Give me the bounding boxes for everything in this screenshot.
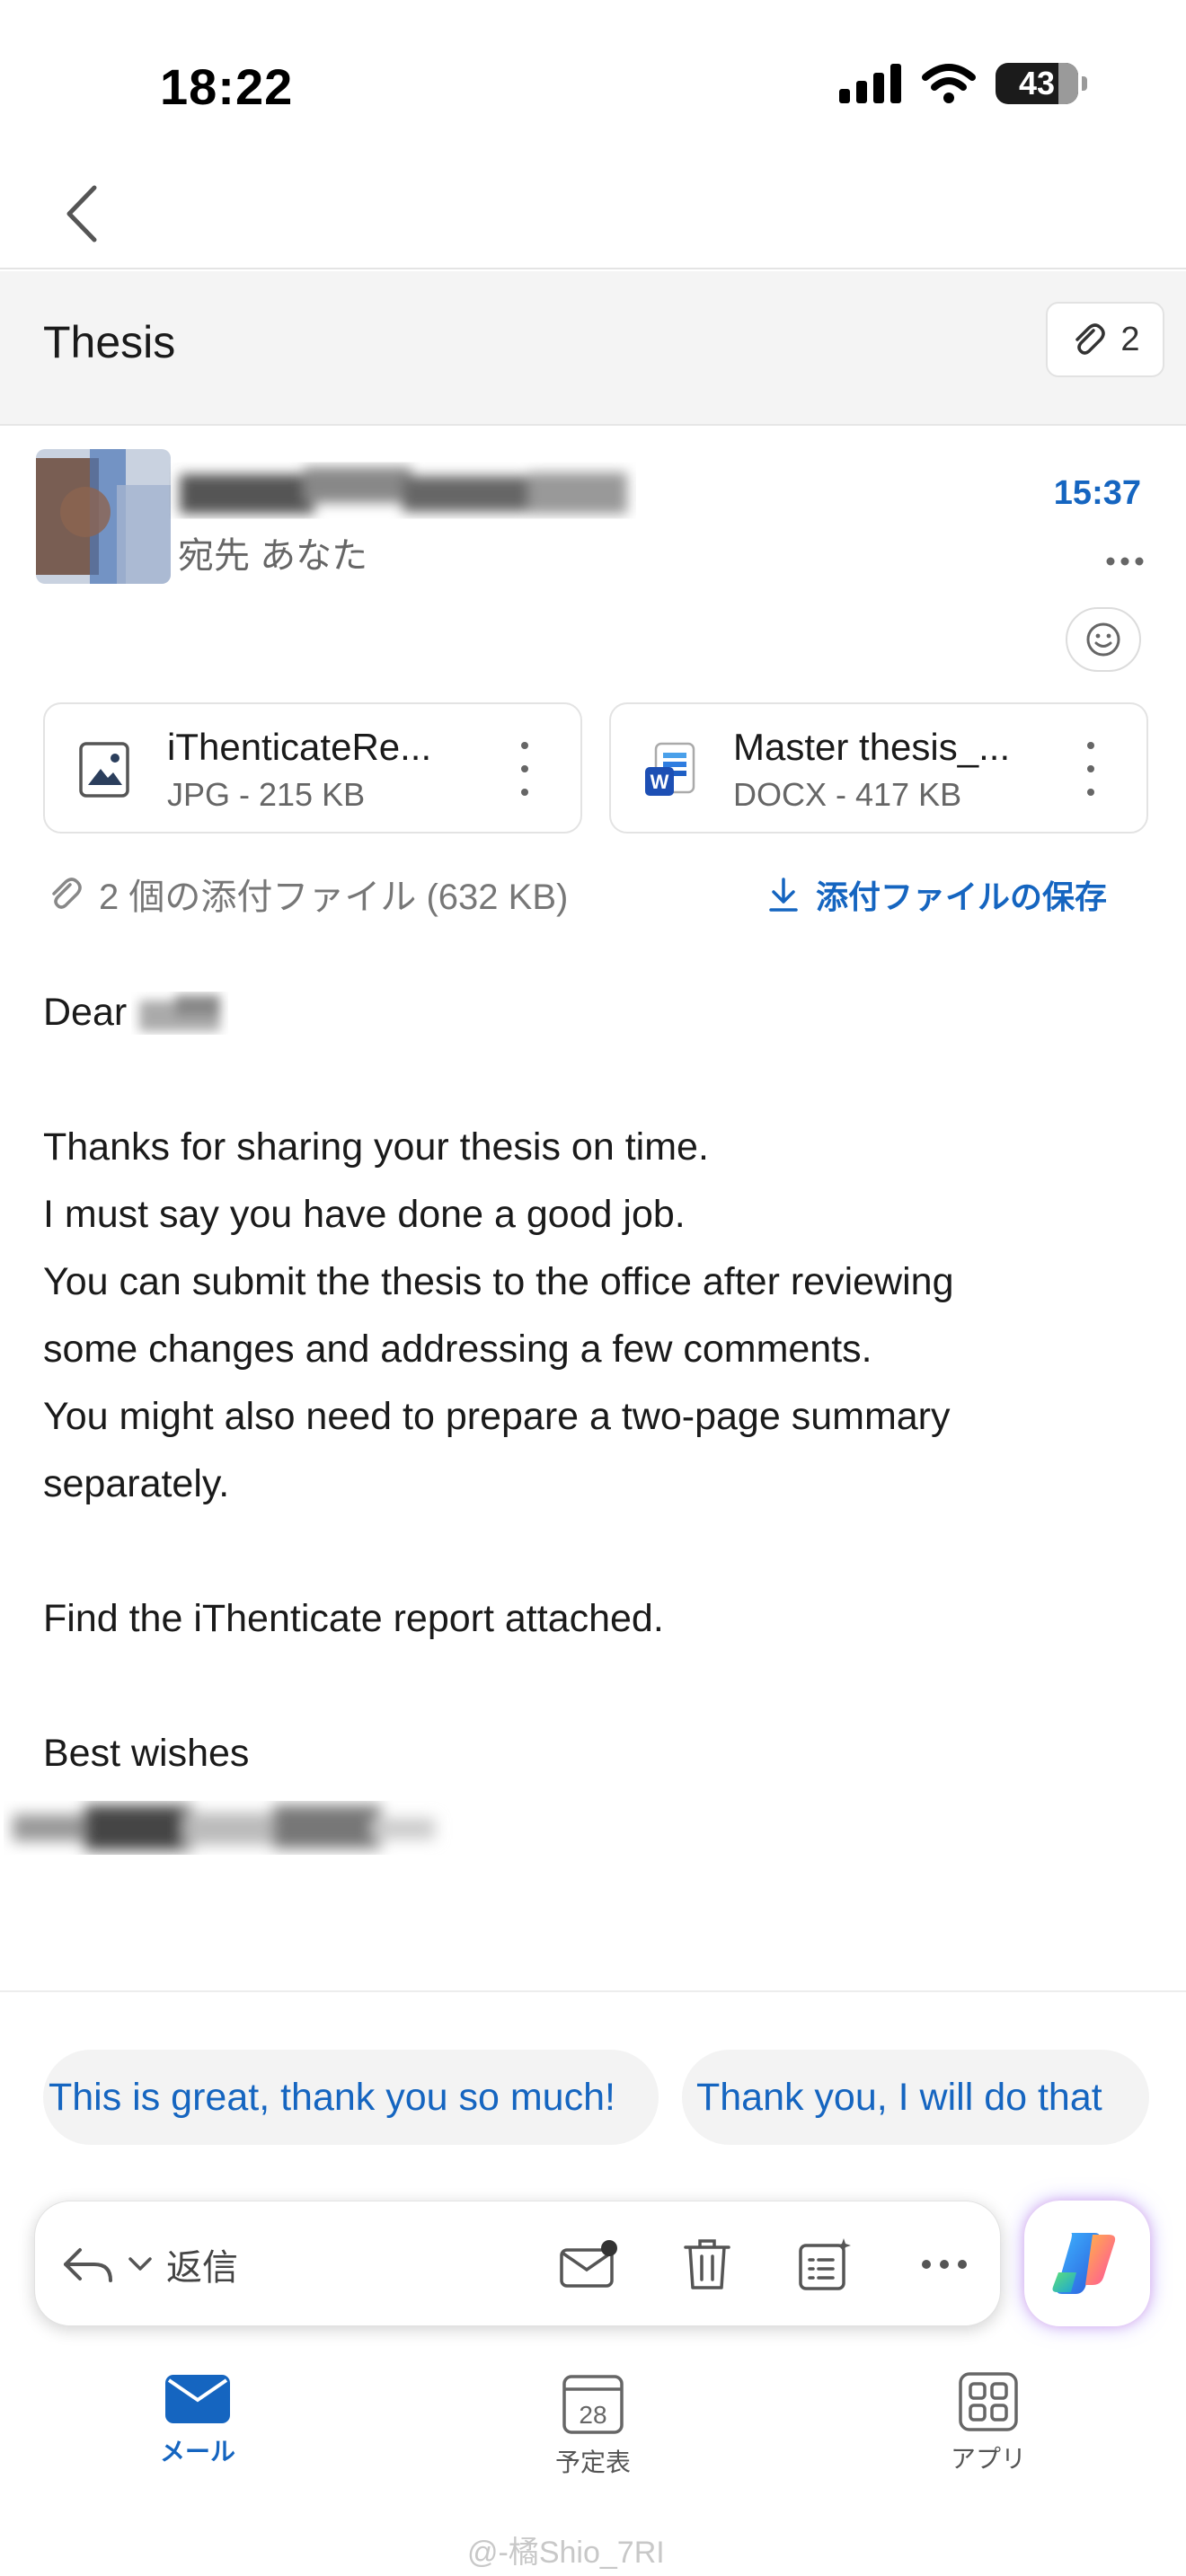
more-horizontal-icon <box>1106 557 1144 566</box>
tab-label: アプリ <box>950 2445 1026 2473</box>
attachment-name: Master thesis_... <box>733 726 1011 768</box>
nav-bar <box>0 153 1186 269</box>
watermark: @-橘Shio_7RI <box>467 2536 665 2570</box>
attachment-more-button[interactable] <box>516 742 534 796</box>
smiley-icon <box>1086 622 1120 657</box>
tab-calendar[interactable]: 28 予定表 <box>503 2371 683 2479</box>
download-icon <box>769 878 798 912</box>
tab-mail[interactable]: メール <box>108 2371 288 2468</box>
email-body: Dear Thanks for sharing your thesis on t… <box>13 979 1148 1868</box>
suggested-replies: This is great, thank you so much! Thank … <box>43 2050 1149 2145</box>
attachment-count-button[interactable]: 2 <box>1046 302 1164 377</box>
chevron-left-icon <box>66 185 97 243</box>
email-time: 15:37 <box>1053 474 1141 512</box>
body-signoff: Best wishes <box>43 1732 250 1775</box>
body-line: Thanks for sharing your thesis on time. <box>43 1125 709 1169</box>
body-line: You might also need to prepare a two-pag… <box>43 1395 951 1438</box>
reply-button[interactable]: 返信 <box>62 2228 238 2300</box>
action-bar: 返信 <box>34 2201 1001 2326</box>
sender-name-redacted <box>169 454 636 526</box>
chevron-down-icon[interactable] <box>127 2255 154 2273</box>
attachment-meta: DOCX - 417 KB <box>733 776 962 813</box>
calendar-day: 28 <box>579 2401 606 2429</box>
divider <box>0 1990 1186 1992</box>
mail-unread-icon <box>560 2240 617 2288</box>
sender-header: 宛先 あなた 15:37 <box>0 428 1186 688</box>
recipient-label: 宛先 あなた <box>178 536 368 576</box>
status-time: 18:22 <box>160 58 294 115</box>
recipient-name-redacted <box>139 994 221 1031</box>
tab-label: 予定表 <box>554 2448 631 2476</box>
body-line: some changes and addressing a few commen… <box>43 1328 872 1371</box>
mark-unread-button[interactable] <box>556 2232 621 2297</box>
cellular-signal-icon <box>839 64 901 103</box>
attachment-card[interactable]: W Master thesis_... DOCX - 417 KB <box>609 702 1148 834</box>
word-file-icon: W <box>645 742 695 796</box>
tab-label: メール <box>159 2438 235 2466</box>
svg-text:W: W <box>651 771 669 793</box>
reply-label: 返信 <box>166 2248 238 2288</box>
paperclip-icon <box>1075 323 1106 355</box>
trash-icon <box>684 2239 730 2289</box>
body-line: I must say you have done a good job. <box>43 1193 686 1236</box>
body-line: You can submit the thesis to the office … <box>43 1260 954 1303</box>
apps-grid-icon <box>959 2372 1018 2431</box>
attachment-more-button[interactable] <box>1082 742 1100 796</box>
add-reaction-button[interactable] <box>1066 607 1141 672</box>
calendar-icon: 28 <box>562 2375 624 2434</box>
mail-icon <box>165 2375 230 2423</box>
sparkle-list-icon <box>799 2238 851 2290</box>
paperclip-icon <box>52 878 82 909</box>
back-button[interactable] <box>50 178 113 250</box>
subject-bar: Thesis 2 <box>0 271 1186 426</box>
tab-bar: メール 28 予定表 アプリ <box>0 2353 1186 2497</box>
attachment-summary: 2 個の添付ファイル (632 KB) <box>47 868 568 920</box>
delete-button[interactable] <box>675 2232 739 2297</box>
save-attachments-label: 添付ファイルの保存 <box>815 878 1107 915</box>
image-file-icon <box>79 742 129 798</box>
wifi-icon <box>922 64 976 103</box>
body-greeting: Dear <box>43 991 128 1034</box>
battery-level: 43 <box>1018 65 1056 101</box>
copilot-icon <box>1052 2233 1116 2294</box>
save-attachments-button[interactable]: 添付ファイルの保存 <box>767 871 1107 918</box>
suggested-reply-chip[interactable]: Thank you, I will do that <box>681 2050 1149 2145</box>
suggested-reply-chip[interactable]: This is great, thank you so much! <box>43 2050 659 2145</box>
body-line: separately. <box>43 1462 230 1505</box>
more-actions-button[interactable] <box>912 2232 977 2297</box>
attachment-summary-text: 2 個の添付ファイル (632 KB) <box>99 878 569 917</box>
email-subject: Thesis <box>43 317 176 367</box>
battery-icon: 43 <box>996 63 1087 104</box>
avatar[interactable] <box>36 449 171 584</box>
attachment-count: 2 <box>1120 320 1140 358</box>
body-greeting-line: Dear <box>43 979 1148 1046</box>
tab-apps[interactable]: アプリ <box>898 2371 1078 2475</box>
signature-redacted <box>4 1787 1148 1868</box>
summarize-button[interactable] <box>793 2232 858 2297</box>
attachments-row: iThenticateRe... JPG - 215 KB W Master t… <box>43 702 1148 834</box>
copilot-button[interactable] <box>1024 2201 1150 2326</box>
attachment-meta: JPG - 215 KB <box>167 776 366 813</box>
more-horizontal-icon <box>922 2260 967 2269</box>
status-bar: 18:22 43 <box>0 0 1186 153</box>
attachment-card[interactable]: iThenticateRe... JPG - 215 KB <box>43 702 582 834</box>
reply-icon <box>64 2248 112 2282</box>
status-icons: 43 <box>839 63 1087 104</box>
more-options-button[interactable] <box>1105 535 1145 576</box>
attachment-name: iThenticateRe... <box>167 726 432 768</box>
body-line: Find the iThenticate report attached. <box>43 1597 664 1640</box>
